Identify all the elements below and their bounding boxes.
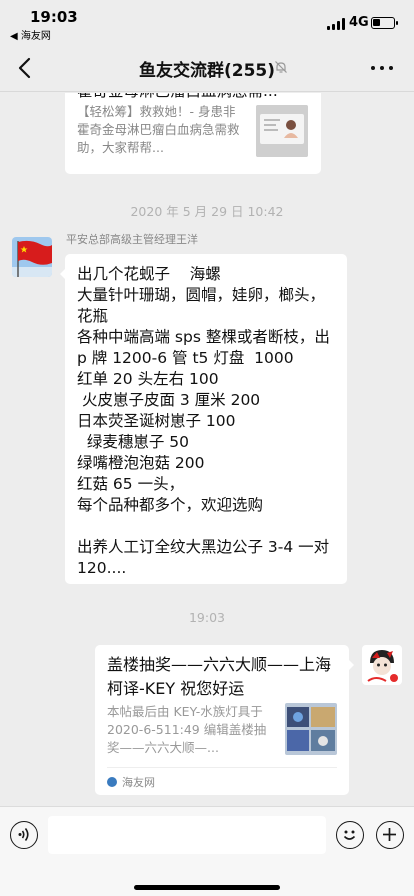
voice-icon <box>18 828 29 841</box>
emoji-button[interactable] <box>336 821 364 849</box>
chat-header: 鱼友交流群(255) <box>0 44 414 92</box>
shared-card-thumbnail <box>256 105 308 157</box>
link-card-source: 海友网 <box>107 774 155 790</box>
divider <box>107 767 337 768</box>
status-bar: 19:03 ◀ 海友网 4G <box>0 0 414 44</box>
home-indicator <box>134 885 280 890</box>
bell-slash-icon <box>275 61 287 73</box>
more-button[interactable] <box>366 56 398 80</box>
link-card-source-label: 海友网 <box>122 776 155 789</box>
source-logo-icon <box>107 777 117 787</box>
my-avatar[interactable] <box>362 645 402 685</box>
message-input-bar <box>0 806 414 896</box>
link-card-description: 本帖最后由 KEY-水族灯具于 2020-6-511:49 编辑盖楼抽奖——六六… <box>107 704 267 755</box>
battery-icon <box>371 17 398 29</box>
voice-button[interactable] <box>10 821 38 849</box>
chat-message-list[interactable]: 霍奇金母淋巴瘤白血病急需... 【轻松筹】救救她！- 身患非霍奇金母淋巴瘤白血病… <box>0 93 414 806</box>
ellipsis-icon <box>371 66 375 70</box>
message-text: 出几个花蚬子 海螺 大量针叶珊瑚，圆帽，娃卵，榔头，花瓶 各种中端高端 sps … <box>77 265 330 577</box>
sender-name: 平安总部高级主管经理王洋 <box>66 233 198 246</box>
status-time: 19:03 <box>30 8 78 26</box>
link-card-thumbnail <box>285 703 337 755</box>
shared-card-description: 【轻松筹】救救她！- 身患非霍奇金母淋巴瘤白血病急需救助，大家帮帮... <box>77 104 240 155</box>
link-card-message[interactable]: 盖楼抽奖——六六大顺——上海柯译-KEY 祝您好运 本帖最后由 KEY-水族灯具… <box>95 645 354 795</box>
signal-icon <box>327 18 345 30</box>
message-text-input[interactable] <box>48 816 326 854</box>
back-button[interactable] <box>12 54 40 82</box>
network-label: 4G <box>349 15 369 30</box>
plus-icon <box>383 828 396 841</box>
timestamp: 19:03 <box>188 610 226 625</box>
emoji-icon <box>343 830 356 840</box>
shared-link-card[interactable]: 霍奇金母淋巴瘤白血病急需... 【轻松筹】救救她！- 身患非霍奇金母淋巴瘤白血病… <box>65 93 321 174</box>
back-to-app-link[interactable]: ◀ 海友网 <box>10 27 51 42</box>
chevron-left-icon <box>18 57 31 79</box>
shared-card-title: 霍奇金母淋巴瘤白血病急需... <box>77 93 309 101</box>
timestamp: 2020 年 5 月 29 日 10:42 <box>130 204 284 219</box>
link-card-title: 盖楼抽奖——六六大顺——上海柯译-KEY 祝您好运 <box>107 655 332 698</box>
sender-avatar[interactable] <box>12 237 52 277</box>
text-message-bubble[interactable]: 出几个花蚬子 海螺 大量针叶珊瑚，圆帽，娃卵，榔头，花瓶 各种中端高端 sps … <box>60 254 347 584</box>
add-button[interactable] <box>376 821 404 849</box>
battery-level <box>373 19 380 26</box>
